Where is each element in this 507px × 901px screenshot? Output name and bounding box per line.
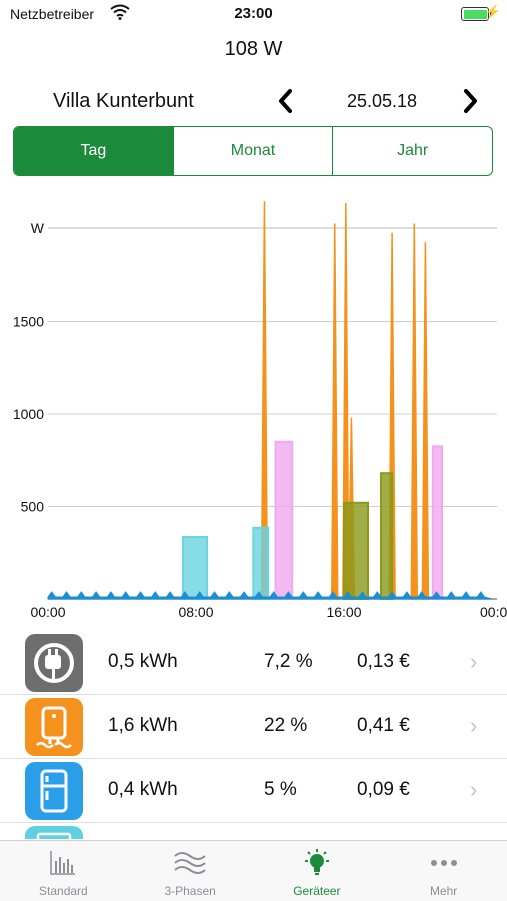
y-tick-label: 500 [21, 499, 45, 515]
chart-spike [421, 241, 430, 600]
chevron-right-icon: › [470, 649, 478, 674]
device-list: 0,5 kWh 7,2 % 0,13 € › 1,6 kWh 22 % 0,41… [0, 631, 507, 839]
share-value: 22 % [264, 715, 308, 736]
chart-bar [380, 472, 394, 601]
bar-chart-icon [48, 849, 78, 882]
more-icon [428, 849, 460, 882]
list-item[interactable]: 1,6 kWh 22 % 0,41 € › [0, 695, 507, 759]
power-chart[interactable]: W 500 1000 1500 00:00 08:00 16:00 00:0 [0, 185, 507, 630]
tab-3-phasen[interactable]: 3-Phasen [127, 841, 254, 901]
y-tick-label: 1500 [13, 314, 44, 330]
fridge-icon [25, 762, 83, 820]
list-item[interactable]: 0,5 kWh 7,2 % 0,13 € › [0, 631, 507, 695]
charging-icon: ⚡ [484, 4, 501, 19]
next-day-icon[interactable] [462, 87, 480, 122]
energy-value: 1,6 kWh [108, 715, 178, 736]
appliance-icon [25, 826, 83, 839]
tab-label: Geräteer [293, 884, 341, 898]
site-date-row: Villa Kunterbunt 25.05.18 [0, 85, 507, 119]
tab-label: Standard [39, 884, 88, 898]
chart-bar [431, 445, 444, 600]
tab-geraete[interactable]: Geräteer [254, 841, 381, 901]
energy-value: 0,5 kWh [108, 651, 178, 672]
lightbulb-icon [301, 849, 333, 884]
tab-day[interactable]: Tag [14, 127, 173, 175]
tab-label: 3-Phasen [164, 884, 216, 898]
cost-value: 0,41 € [357, 715, 410, 736]
tab-bar: Standard 3-Phasen Geräteer Mehr [0, 840, 507, 901]
chevron-right-icon: › [470, 713, 478, 738]
chart-bar [182, 536, 209, 600]
chart-spike [410, 223, 419, 600]
list-item[interactable] [0, 823, 507, 839]
cost-value: 0,13 € [357, 651, 410, 672]
share-value: 5 % [264, 779, 297, 800]
current-power: 108 W [224, 38, 283, 60]
chevron-right-icon: › [470, 777, 478, 802]
tab-year[interactable]: Jahr [332, 127, 492, 175]
site-name[interactable]: Villa Kunterbunt [53, 90, 194, 113]
y-tick-label: 1000 [13, 406, 44, 422]
list-item[interactable]: 0,4 kWh 5 % 0,09 € › [0, 759, 507, 823]
tab-standard[interactable]: Standard [0, 841, 127, 901]
plug-icon [25, 634, 83, 692]
energy-value: 0,4 kWh [108, 779, 178, 800]
chart-grid [48, 227, 497, 600]
tab-label: Mehr [429, 884, 458, 898]
x-tick-label: 00:00 [30, 604, 65, 620]
status-bar: Netzbetreiber 23:00 ⚡ [0, 0, 507, 28]
chart-bar [274, 440, 294, 600]
chart-bar [252, 526, 270, 600]
x-tick-label: 08:00 [178, 604, 213, 620]
waves-icon [173, 849, 207, 882]
chart-bar [343, 501, 370, 600]
tab-mehr[interactable]: Mehr [380, 841, 507, 901]
tab-month[interactable]: Monat [172, 127, 333, 175]
chart-spike [330, 223, 339, 600]
status-time: 23:00 [234, 5, 273, 22]
x-tick-label: 16:00 [326, 604, 361, 620]
previous-day-icon[interactable] [276, 87, 294, 122]
y-unit-label: W [31, 220, 45, 236]
chart-marks [47, 201, 493, 601]
boiler-icon [25, 698, 83, 756]
date-label: 25.05.18 [346, 91, 418, 111]
share-value: 7,2 % [264, 651, 313, 672]
period-selector: Tag Monat Jahr [13, 126, 493, 176]
cost-value: 0,09 € [357, 779, 410, 800]
x-tick-label: 00:0 [480, 604, 507, 620]
